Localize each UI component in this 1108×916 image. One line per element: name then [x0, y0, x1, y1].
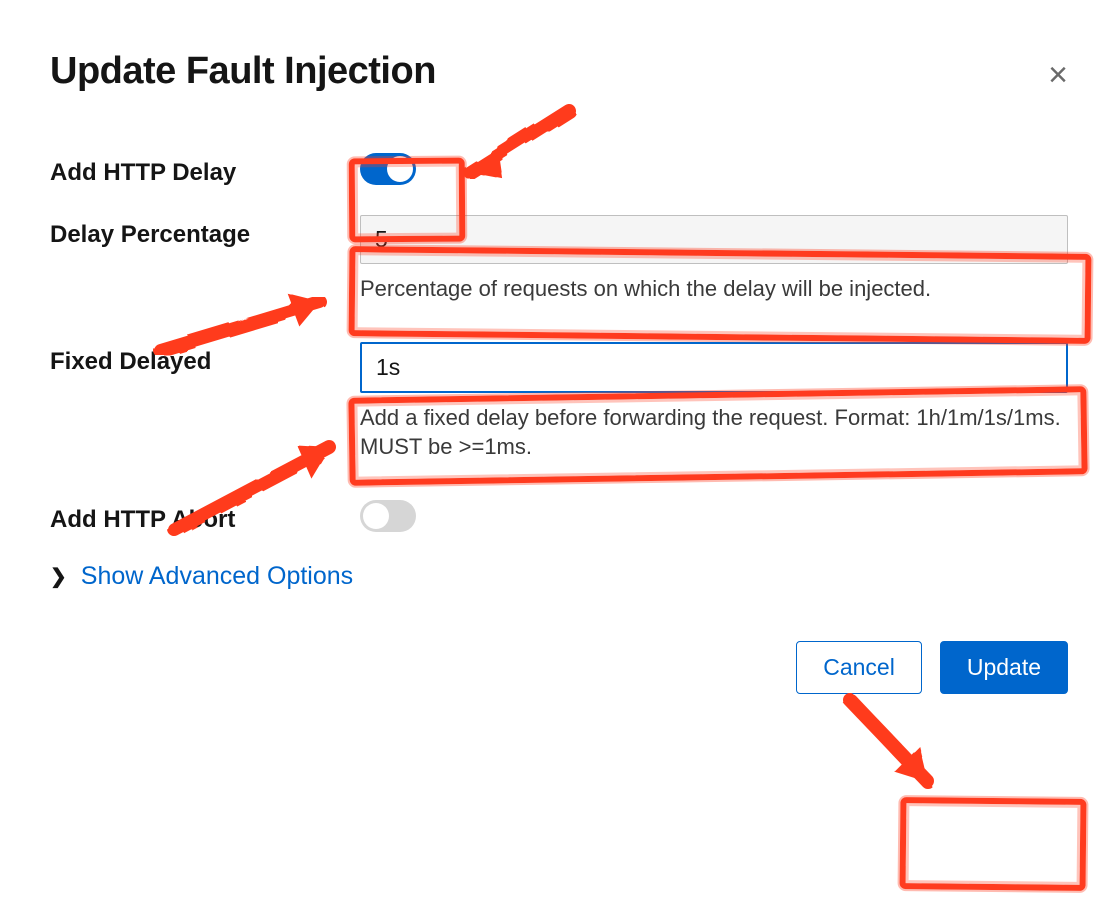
help-delay-percentage: Percentage of requests on which the dela…: [360, 274, 1068, 304]
label-delay-percentage: Delay Percentage: [50, 215, 360, 249]
row-http-abort: Add HTTP Abort: [50, 500, 1068, 534]
input-delay-percentage[interactable]: [360, 215, 1068, 264]
update-button[interactable]: Update: [940, 641, 1068, 694]
row-fixed-delay: Fixed Delayed Add a fixed delay before f…: [50, 342, 1068, 462]
row-delay-percentage: Delay Percentage Percentage of requests …: [50, 215, 1068, 304]
advanced-options-link[interactable]: Show Advanced Options: [81, 562, 353, 591]
help-fixed-delay: Add a fixed delay before forwarding the …: [360, 403, 1068, 462]
close-icon[interactable]: ×: [1048, 58, 1068, 92]
modal-update-fault-injection: × Update Fault Injection Add HTTP Delay …: [0, 0, 1108, 724]
label-http-abort: Add HTTP Abort: [50, 500, 360, 534]
cancel-button[interactable]: Cancel: [796, 641, 922, 694]
toggle-knob: [363, 503, 389, 529]
row-http-delay: Add HTTP Delay: [50, 153, 1068, 187]
toggle-http-abort[interactable]: [360, 500, 416, 532]
toggle-http-delay[interactable]: [360, 153, 416, 185]
chevron-right-icon: ❯: [50, 564, 67, 589]
modal-footer: Cancel Update: [50, 641, 1068, 694]
toggle-knob: [387, 156, 413, 182]
annotation-rect: [900, 797, 1087, 891]
label-http-delay: Add HTTP Delay: [50, 153, 360, 187]
label-fixed-delay: Fixed Delayed: [50, 342, 360, 376]
modal-title: Update Fault Injection: [50, 50, 1068, 93]
input-fixed-delay[interactable]: [360, 342, 1068, 393]
advanced-options-row[interactable]: ❯ Show Advanced Options: [50, 562, 1068, 591]
